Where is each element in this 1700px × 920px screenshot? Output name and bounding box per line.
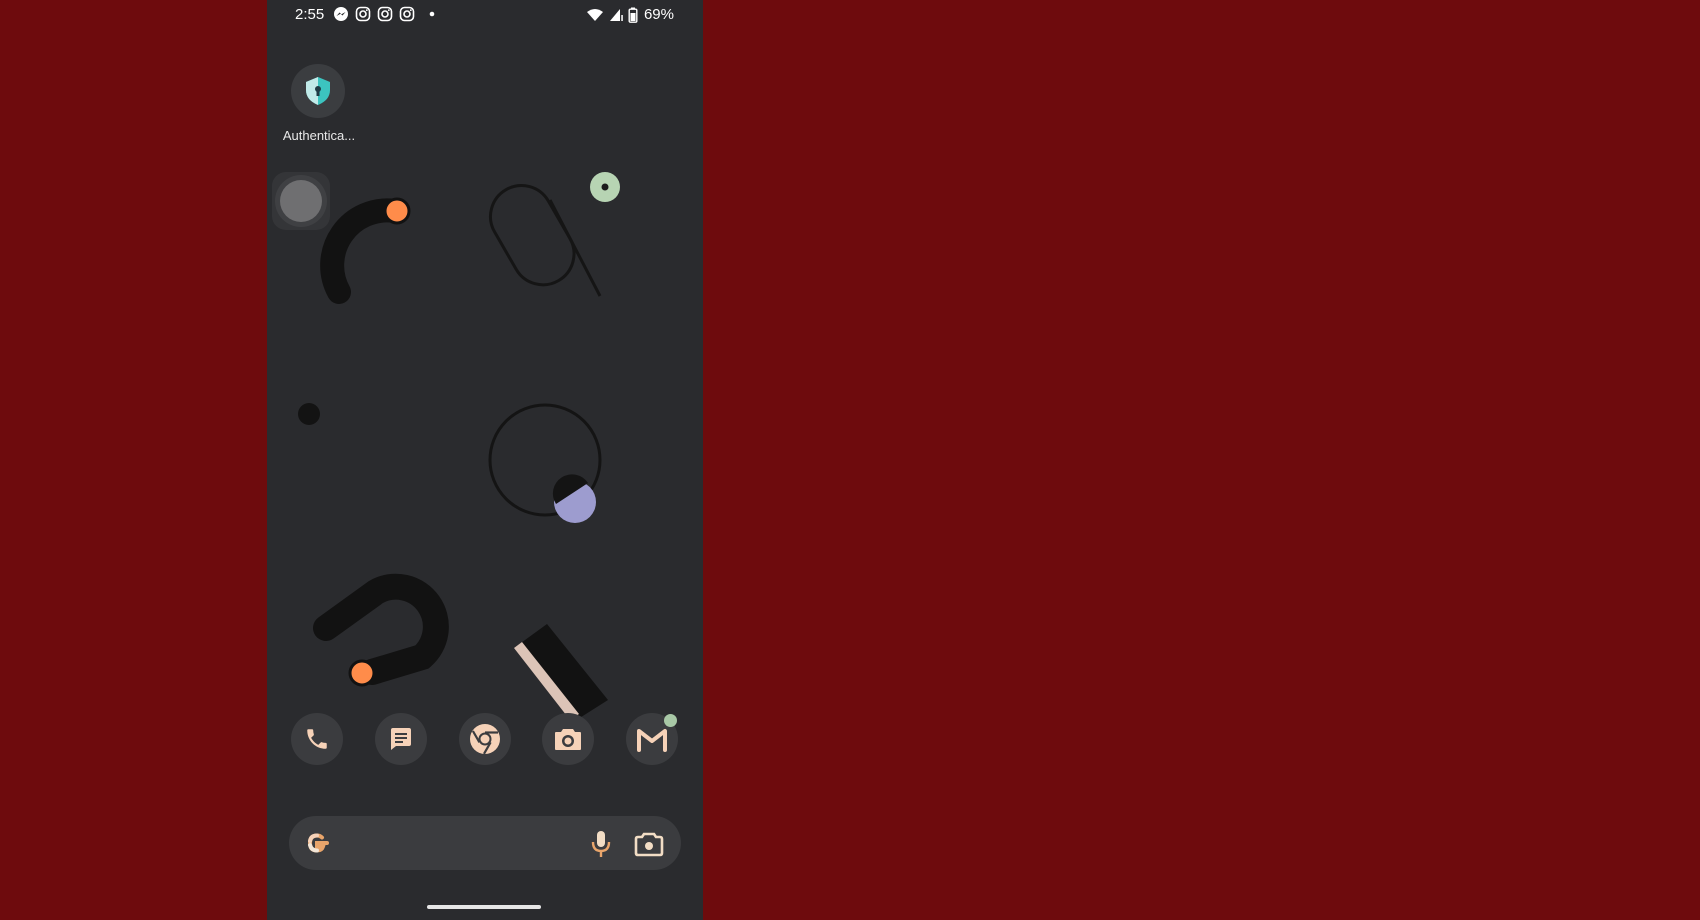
wifi-icon	[586, 8, 603, 21]
phone-screen: 2:55 69% Authentica...	[267, 0, 703, 920]
gmail-notification-badge	[664, 714, 677, 727]
mic-icon[interactable]	[589, 829, 613, 859]
shield-lock-icon	[306, 77, 330, 105]
wallpaper-orange-dot	[383, 197, 411, 225]
system-status-icons: 69%	[586, 6, 674, 23]
battery-icon	[628, 7, 638, 23]
battery-percent: 69%	[643, 6, 674, 23]
messenger-icon	[334, 7, 348, 21]
dock-chrome-button[interactable]	[459, 713, 511, 765]
google-search-bar[interactable]	[289, 816, 681, 870]
instagram-icon	[399, 6, 415, 22]
cell-signal-icon	[609, 8, 623, 21]
google-g-icon	[307, 833, 329, 853]
notification-icons	[333, 6, 439, 22]
phone-icon	[307, 729, 327, 749]
messages-icon	[391, 728, 411, 750]
status-time: 2:55	[295, 6, 325, 23]
home-gesture-bar[interactable]	[427, 905, 541, 909]
instagram-icon	[355, 6, 371, 22]
wallpaper-small-black-dot	[298, 403, 320, 425]
more-dot-icon	[429, 11, 435, 17]
touch-indicator	[280, 180, 322, 222]
wallpaper-arc-shape	[320, 198, 407, 304]
authenticator-app-icon[interactable]	[291, 64, 345, 118]
app-label-authenticator[interactable]: Authentica...	[273, 128, 365, 143]
chrome-icon	[470, 724, 500, 755]
camera-icon	[555, 729, 581, 750]
wallpaper-u-shape	[313, 573, 449, 685]
gmail-icon	[637, 729, 667, 752]
instagram-icon	[377, 6, 393, 22]
dock-camera-button[interactable]	[542, 713, 594, 765]
dock-messages-button[interactable]	[375, 713, 427, 765]
dock-phone-button[interactable]	[291, 713, 343, 765]
status-bar[interactable]: 2:55 69%	[267, 0, 703, 32]
lens-icon[interactable]	[634, 830, 664, 858]
wallpaper-orange-dot-2	[348, 659, 376, 687]
